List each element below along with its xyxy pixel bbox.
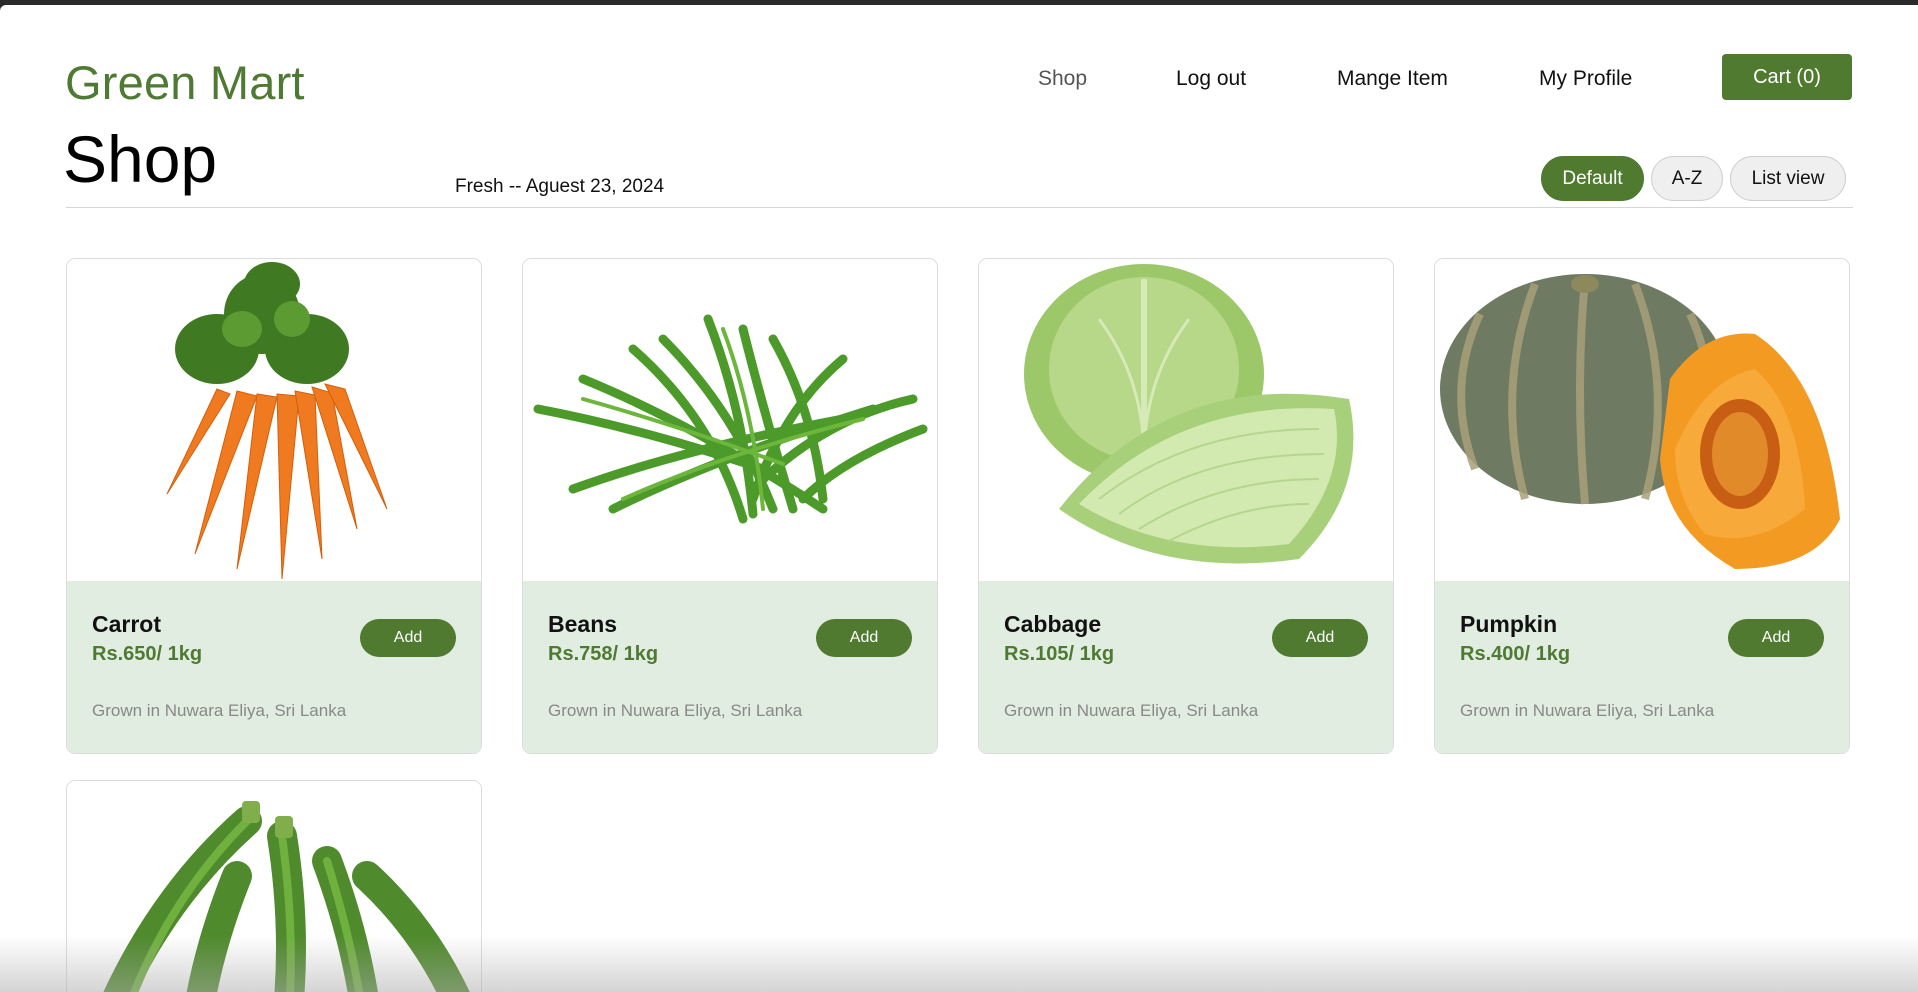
- fresh-date-label: Fresh -- Aguest 23, 2024: [455, 176, 665, 197]
- product-card: Carrot Rs.650/ 1kg Grown in Nuwara Eliya…: [66, 258, 482, 754]
- add-to-cart-button[interactable]: Add: [1272, 619, 1368, 657]
- nav-my-profile-link[interactable]: My Profile: [1539, 67, 1632, 97]
- add-to-cart-button[interactable]: Add: [816, 619, 912, 657]
- product-card: Pumpkin Rs.400/ 1kg Grown in Nuwara Eliy…: [1434, 258, 1850, 754]
- product-name: Carrot: [92, 611, 162, 637]
- header-divider: [66, 207, 1853, 208]
- product-origin: Grown in Nuwara Eliya, Sri Lanka: [1460, 701, 1715, 720]
- brand-logo[interactable]: Green Mart: [65, 55, 305, 110]
- product-card: Cabbage Rs.105/ 1kg Grown in Nuwara Eliy…: [978, 258, 1394, 754]
- sort-default-button[interactable]: Default: [1541, 156, 1644, 201]
- product-name: Pumpkin: [1460, 611, 1558, 637]
- product-card: Beans Rs.758/ 1kg Grown in Nuwara Eliya,…: [522, 258, 938, 754]
- product-name: Cabbage: [1004, 611, 1102, 637]
- app-window: Green Mart Shop Log out Mange Item My Pr…: [0, 5, 1918, 992]
- nav-shop-link[interactable]: Shop: [1038, 67, 1087, 97]
- product-price: Rs.758/ 1kg: [548, 643, 659, 665]
- product-origin: Grown in Nuwara Eliya, Sri Lanka: [92, 701, 347, 720]
- beans-image: [523, 259, 937, 581]
- product-card: [66, 780, 482, 992]
- sort-az-button[interactable]: A-Z: [1651, 156, 1723, 201]
- product-name: Beans: [548, 611, 618, 637]
- product-info: Beans Rs.758/ 1kg Grown in Nuwara Eliya,…: [523, 581, 937, 753]
- cabbage-image: [979, 259, 1393, 581]
- product-price: Rs.400/ 1kg: [1460, 643, 1571, 665]
- nav-logout-link[interactable]: Log out: [1176, 67, 1246, 97]
- list-view-button[interactable]: List view: [1730, 156, 1846, 201]
- product-info: Carrot Rs.650/ 1kg Grown in Nuwara Eliya…: [67, 581, 481, 753]
- carrot-image: [67, 259, 481, 581]
- product-price: Rs.650/ 1kg: [92, 643, 203, 665]
- cart-button[interactable]: Cart (0): [1722, 54, 1852, 100]
- product-price: Rs.105/ 1kg: [1004, 643, 1115, 665]
- add-to-cart-button[interactable]: Add: [1728, 619, 1824, 657]
- pumpkin-image: [1435, 259, 1849, 581]
- product-origin: Grown in Nuwara Eliya, Sri Lanka: [1004, 701, 1259, 720]
- product-info: Cabbage Rs.105/ 1kg Grown in Nuwara Eliy…: [979, 581, 1393, 753]
- product-info: Pumpkin Rs.400/ 1kg Grown in Nuwara Eliy…: [1435, 581, 1849, 753]
- page-title: Shop: [63, 122, 218, 196]
- product-origin: Grown in Nuwara Eliya, Sri Lanka: [548, 701, 803, 720]
- okra-image: [67, 781, 481, 992]
- add-to-cart-button[interactable]: Add: [360, 619, 456, 657]
- nav-manage-item-link[interactable]: Mange Item: [1337, 67, 1448, 97]
